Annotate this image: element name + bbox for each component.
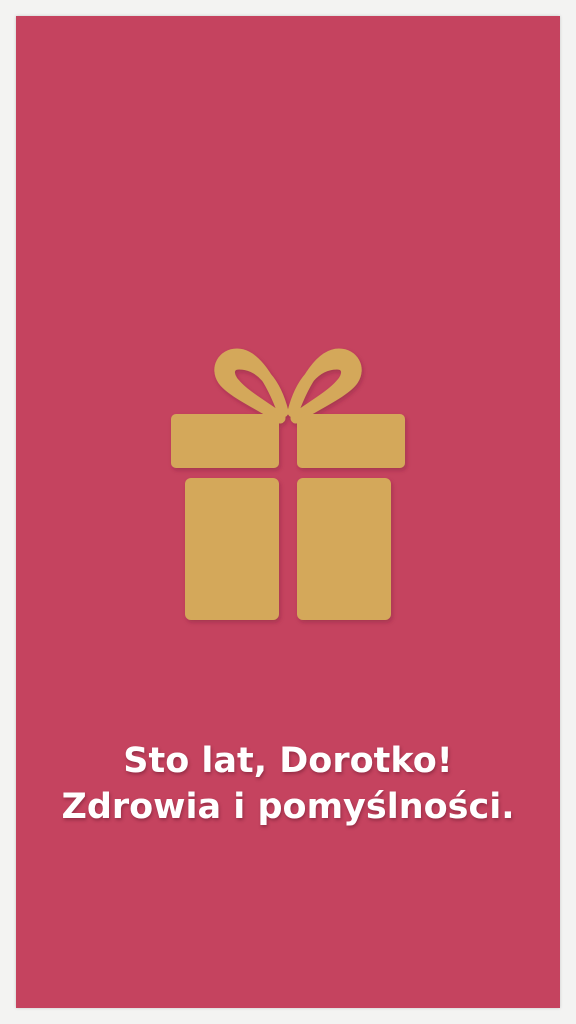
gift-icon	[171, 348, 405, 636]
message-line-2: Zdrowia i pomyślności.	[61, 787, 515, 827]
birthday-message: Sto lat, Dorotko! Zdrowia i pomyślności.	[16, 738, 560, 830]
message-line-1: Sto lat, Dorotko!	[123, 741, 453, 781]
greeting-card: Sto lat, Dorotko! Zdrowia i pomyślności.	[16, 16, 560, 1008]
